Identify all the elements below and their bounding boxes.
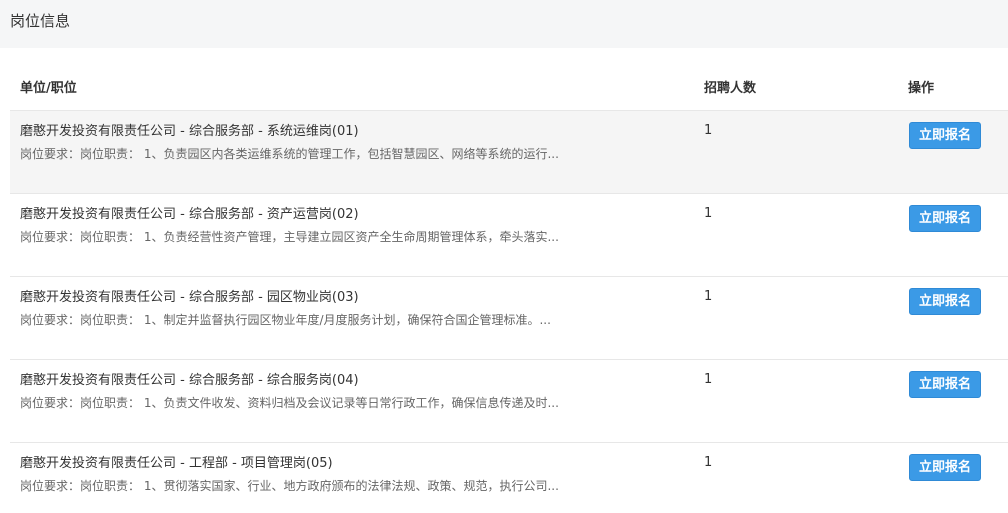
section-header: 岗位信息 [0, 0, 1008, 48]
job-title[interactable]: 磨憨开发投资有限责任公司 - 工程部 - 项目管理岗(05) [20, 455, 333, 473]
recruit-count: 1 [704, 372, 713, 387]
table-row[interactable]: 磨憨开发投资有限责任公司 - 综合服务部 - 综合服务岗(04) 岗位要求：岗位… [10, 359, 1008, 442]
table-row[interactable]: 磨憨开发投资有限责任公司 - 综合服务部 - 系统运维岗(01) 岗位要求：岗位… [10, 110, 1008, 193]
page: 岗位信息 单位/职位 招聘人数 操作 磨憨开发投资有限责任公司 - 综合服务部 … [0, 0, 1008, 513]
job-requirement: 岗位要求：岗位职责： 1、贯彻落实国家、行业、地方政府颁布的法律法规、政策、规范… [20, 479, 559, 493]
apply-button[interactable]: 立即报名 [909, 454, 981, 481]
job-title[interactable]: 磨憨开发投资有限责任公司 - 综合服务部 - 资产运营岗(02) [20, 206, 359, 224]
header-recruit-count: 招聘人数 [704, 81, 757, 96]
table-row[interactable]: 磨憨开发投资有限责任公司 - 综合服务部 - 资产运营岗(02) 岗位要求：岗位… [10, 193, 1008, 276]
table-row[interactable]: 磨憨开发投资有限责任公司 - 工程部 - 项目管理岗(05) 岗位要求：岗位职责… [10, 442, 1008, 513]
job-title[interactable]: 磨憨开发投资有限责任公司 - 综合服务部 - 园区物业岗(03) [20, 289, 359, 307]
section-title: 岗位信息 [10, 12, 71, 30]
job-title[interactable]: 磨憨开发投资有限责任公司 - 综合服务部 - 系统运维岗(01) [20, 123, 359, 141]
apply-button[interactable]: 立即报名 [909, 371, 981, 398]
recruit-count: 1 [704, 455, 713, 470]
apply-button[interactable]: 立即报名 [909, 122, 981, 149]
job-table: 单位/职位 招聘人数 操作 磨憨开发投资有限责任公司 - 综合服务部 - 系统运… [10, 68, 1008, 513]
apply-button[interactable]: 立即报名 [909, 288, 981, 315]
apply-button[interactable]: 立即报名 [909, 205, 981, 232]
job-title[interactable]: 磨憨开发投资有限责任公司 - 综合服务部 - 综合服务岗(04) [20, 372, 359, 390]
job-requirement: 岗位要求：岗位职责： 1、负责园区内各类运维系统的管理工作，包括智慧园区、网络等… [20, 147, 559, 161]
job-requirement: 岗位要求：岗位职责： 1、负责经营性资产管理，主导建立园区资产全生命周期管理体系… [20, 230, 559, 244]
job-requirement: 岗位要求：岗位职责： 1、负责文件收发、资料归档及会议记录等日常行政工作，确保信… [20, 396, 559, 410]
header-unit-position: 单位/职位 [20, 81, 77, 96]
recruit-count: 1 [704, 123, 713, 138]
recruit-count: 1 [704, 206, 713, 221]
header-action: 操作 [908, 81, 935, 96]
job-requirement: 岗位要求：岗位职责： 1、制定并监督执行园区物业年度/月度服务计划，确保符合国企… [20, 313, 551, 327]
table-header: 单位/职位 招聘人数 操作 [10, 68, 1008, 110]
recruit-count: 1 [704, 289, 713, 304]
table-row[interactable]: 磨憨开发投资有限责任公司 - 综合服务部 - 园区物业岗(03) 岗位要求：岗位… [10, 276, 1008, 359]
